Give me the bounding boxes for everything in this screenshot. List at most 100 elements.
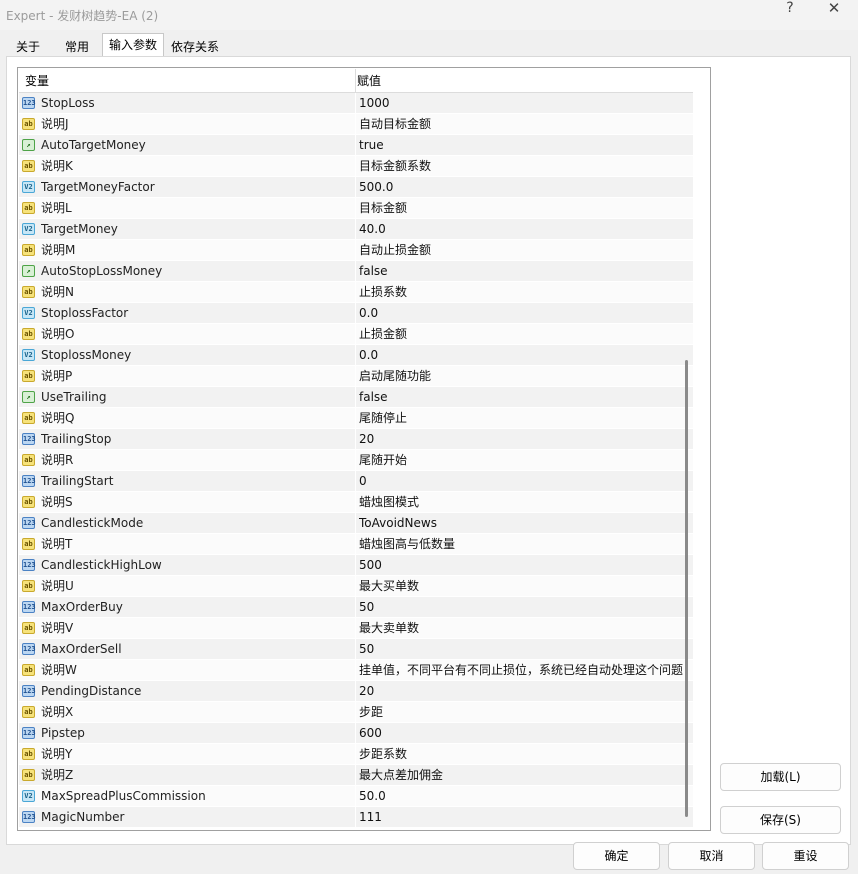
table-row[interactable]: V2 StoplossFactor 0.0 — [19, 303, 693, 324]
column-divider — [355, 576, 356, 597]
scrollbar-thumb[interactable] — [685, 360, 688, 817]
table-row[interactable]: 123 PendingDistance 20 — [19, 681, 693, 702]
parameter-value[interactable]: 40.0 — [359, 219, 693, 239]
column-divider — [355, 471, 356, 492]
parameter-value[interactable]: 50 — [359, 597, 693, 617]
parameter-name: CandlestickHighLow — [41, 558, 162, 572]
close-icon[interactable]: ✕ — [814, 0, 854, 30]
header-divider[interactable] — [355, 69, 356, 92]
help-button[interactable]: ? — [770, 0, 810, 30]
table-row[interactable]: ab 说明N 止损系数 — [19, 282, 693, 303]
parameter-value[interactable]: 蜡烛图高与低数量 — [359, 534, 693, 554]
integer-type-icon: 123 — [22, 559, 36, 571]
table-row[interactable]: ab 说明Y 步距系数 — [19, 744, 693, 765]
parameter-value[interactable]: 最大点差加佣金 — [359, 765, 693, 785]
parameter-value[interactable]: 挂单值，不同平台有不同止损位，系统已经自动处理这个问题 — [359, 660, 693, 680]
table-row[interactable]: ab 说明T 蜡烛图高与低数量 — [19, 534, 693, 555]
parameter-value[interactable]: 自动止损金额 — [359, 240, 693, 260]
parameter-value[interactable]: 目标金额 — [359, 198, 693, 218]
table-row[interactable]: V2 MaxSpreadPlusCommission 50.0 — [19, 786, 693, 807]
tab-about[interactable]: 关于 — [6, 35, 50, 57]
table-row[interactable]: ab 说明S 蜡烛图模式 — [19, 492, 693, 513]
tab-common[interactable]: 常用 — [54, 35, 100, 57]
table-row[interactable]: ↗ UseTrailing false — [19, 387, 693, 408]
table-row[interactable]: 123 MaxOrderSell 50 — [19, 639, 693, 660]
table-row[interactable]: 123 CandlestickMode ToAvoidNews — [19, 513, 693, 534]
parameter-value[interactable]: 步距系数 — [359, 744, 693, 764]
parameter-value[interactable]: 尾随停止 — [359, 408, 693, 428]
parameter-value[interactable]: 自动目标金额 — [359, 114, 693, 134]
table-row[interactable]: 123 TrailingStart 0 — [19, 471, 693, 492]
column-divider — [355, 219, 356, 240]
parameter-value[interactable]: ToAvoidNews — [359, 513, 693, 533]
table-row[interactable]: V2 StoplossMoney 0.0 — [19, 345, 693, 366]
table-row[interactable]: ab 说明V 最大卖单数 — [19, 618, 693, 639]
table-row[interactable]: ab 说明R 尾随开始 — [19, 450, 693, 471]
table-row[interactable]: ab 说明L 目标金额 — [19, 198, 693, 219]
column-divider — [355, 114, 356, 135]
table-row[interactable]: ab 说明K 目标金额系数 — [19, 156, 693, 177]
boolean-type-icon: ↗ — [22, 265, 35, 277]
ok-button[interactable]: 确定 — [573, 842, 660, 870]
parameter-value[interactable]: 启动尾随功能 — [359, 366, 693, 386]
table-row[interactable]: 123 MaxOrderBuy 50 — [19, 597, 693, 618]
table-row[interactable]: ab 说明O 止损金额 — [19, 324, 693, 345]
table-row[interactable]: ab 说明Q 尾随停止 — [19, 408, 693, 429]
parameter-value[interactable]: 止损系数 — [359, 282, 693, 302]
parameter-value[interactable]: true — [359, 135, 693, 155]
table-row[interactable]: ab 说明X 步距 — [19, 702, 693, 723]
table-row[interactable]: 123 MagicNumber 111 — [19, 807, 693, 828]
parameter-value[interactable]: 0.0 — [359, 303, 693, 323]
cancel-button[interactable]: 取消 — [668, 842, 755, 870]
parameter-value[interactable]: 600 — [359, 723, 693, 743]
table-row[interactable]: ab 说明J 自动目标金额 — [19, 114, 693, 135]
table-row[interactable]: V2 TargetMoneyFactor 500.0 — [19, 177, 693, 198]
parameter-value[interactable]: 目标金额系数 — [359, 156, 693, 176]
parameter-value[interactable]: 20 — [359, 681, 693, 701]
parameter-value[interactable]: 蜡烛图模式 — [359, 492, 693, 512]
column-divider — [355, 639, 356, 660]
parameter-value[interactable]: 500.0 — [359, 177, 693, 197]
table-row[interactable]: ab 说明P 启动尾随功能 — [19, 366, 693, 387]
parameter-value[interactable]: 50 — [359, 639, 693, 659]
table-row[interactable]: 123 StopLoss 1000 — [19, 93, 693, 114]
table-row[interactable]: 123 Pipstep 600 — [19, 723, 693, 744]
parameter-value[interactable]: 尾随开始 — [359, 450, 693, 470]
table-row[interactable]: ab 说明Z 最大点差加佣金 — [19, 765, 693, 786]
parameter-value[interactable]: 0.0 — [359, 345, 693, 365]
header-value[interactable]: 赋值 — [357, 69, 687, 92]
table-row[interactable]: 123 CandlestickHighLow 500 — [19, 555, 693, 576]
header-variable[interactable]: 变量 — [25, 69, 350, 92]
parameter-value[interactable]: false — [359, 261, 693, 281]
table-row[interactable]: ab 说明U 最大买单数 — [19, 576, 693, 597]
parameter-value[interactable]: false — [359, 387, 693, 407]
reset-button[interactable]: 重设 — [762, 842, 849, 870]
save-button[interactable]: 保存(S) — [720, 806, 841, 834]
parameter-value[interactable]: 0 — [359, 471, 693, 491]
load-button[interactable]: 加载(L) — [720, 763, 841, 791]
tab-dependencies[interactable]: 依存关系 — [166, 35, 224, 57]
table-row[interactable]: ↗ AutoStopLossMoney false — [19, 261, 693, 282]
vertical-scrollbar[interactable] — [682, 92, 692, 830]
parameter-value[interactable]: 111 — [359, 807, 693, 827]
integer-type-icon: 123 — [22, 727, 36, 739]
parameter-value[interactable]: 50.0 — [359, 786, 693, 806]
parameter-value[interactable]: 止损金额 — [359, 324, 693, 344]
table-row[interactable]: ↗ AutoTargetMoney true — [19, 135, 693, 156]
table-row[interactable]: 123 TrailingStop 20 — [19, 429, 693, 450]
table-row[interactable]: ab 说明W 挂单值，不同平台有不同止损位，系统已经自动处理这个问题 — [19, 660, 693, 681]
table-row[interactable]: V2 TargetMoney 40.0 — [19, 219, 693, 240]
column-divider — [355, 450, 356, 471]
table-row[interactable]: ab 说明M 自动止损金额 — [19, 240, 693, 261]
parameter-value[interactable]: 最大卖单数 — [359, 618, 693, 638]
parameter-value[interactable]: 20 — [359, 429, 693, 449]
parameter-value[interactable]: 1000 — [359, 93, 693, 113]
parameter-value[interactable]: 500 — [359, 555, 693, 575]
parameter-value[interactable]: 步距 — [359, 702, 693, 722]
parameter-name: 说明R — [41, 453, 74, 467]
parameter-name: 说明J — [41, 117, 69, 131]
parameter-value[interactable]: 最大买单数 — [359, 576, 693, 596]
double-type-icon: V2 — [22, 349, 35, 361]
parameter-name: MaxOrderSell — [41, 642, 122, 656]
tab-inputs[interactable]: 输入参数 — [102, 33, 164, 58]
